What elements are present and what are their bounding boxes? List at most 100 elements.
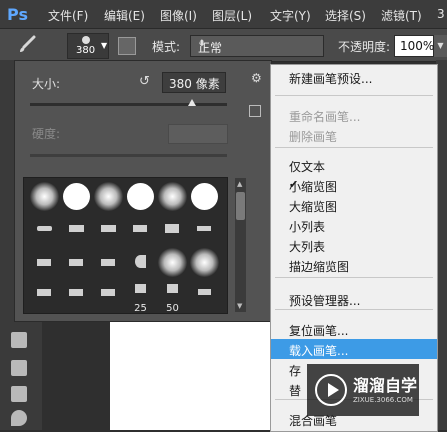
menu-item: 重命名画笔... <box>271 105 437 125</box>
menu-item[interactable]: ✔ 小缩览图 <box>271 175 437 195</box>
brush-tip-shape[interactable] <box>93 214 124 245</box>
scroll-down-icon[interactable]: ▼ <box>237 302 242 310</box>
brush-panel-toggle-icon[interactable] <box>118 37 136 55</box>
brush-tip-size-label: 25 <box>134 303 147 314</box>
gradient-icon[interactable] <box>11 360 27 376</box>
brush-tip-hard-round[interactable] <box>61 181 92 212</box>
menu-separator <box>275 147 433 148</box>
brush-tip-shape[interactable] <box>61 214 92 245</box>
brush-tip-shape[interactable] <box>93 247 124 278</box>
blur-drop-icon[interactable] <box>11 410 27 426</box>
gear-icon[interactable]: ⚙ <box>251 71 263 85</box>
reset-size-icon[interactable]: ↺ <box>139 74 153 89</box>
menu-item[interactable]: 预设管理器... <box>271 289 437 309</box>
menu-layer[interactable]: 图层(L) <box>212 7 252 24</box>
menu-separator <box>275 95 433 96</box>
photoshop-logo: Ps <box>7 5 28 24</box>
brush-tip-shape[interactable] <box>189 280 220 311</box>
brush-tip-fan[interactable] <box>157 214 188 245</box>
brush-tip-bristle[interactable] <box>125 247 156 278</box>
size-label: 大小: <box>32 77 61 91</box>
hardness-input <box>168 124 228 144</box>
watermark-url: ZIXUE.3066.COM <box>353 396 413 404</box>
menu-item-label: 大缩览图 <box>289 200 338 214</box>
menu-bar: Ps 文件(F) 编辑(E) 图像(I) 图层(L) 文字(Y) 选择(S) 滤… <box>0 0 447 28</box>
menu-item-label: 小列表 <box>289 220 326 234</box>
menu-edit[interactable]: 编辑(E) <box>104 7 145 24</box>
menu-item-label: 小缩览图 <box>289 180 338 194</box>
brush-tip-soft-round[interactable] <box>189 247 220 278</box>
hardness-slider <box>30 154 227 157</box>
menu-item-label: 预设管理器... <box>289 294 361 308</box>
brush-tip-soft-round[interactable] <box>29 181 60 212</box>
brush-tip-shape[interactable] <box>29 280 60 311</box>
opacity-label: 不透明度: <box>338 40 391 54</box>
brush-size-readout: 380 <box>76 45 96 56</box>
brush-tip-shape[interactable] <box>93 280 124 311</box>
size-input[interactable]: 380 像素 <box>162 72 226 93</box>
menu-item-label: 重命名画笔... <box>289 110 361 124</box>
opacity-input[interactable]: 100% <box>394 35 434 57</box>
scroll-up-icon[interactable]: ▲ <box>237 180 242 188</box>
menu-3d[interactable]: 3 <box>437 7 445 21</box>
brush-preset-picker[interactable]: 380 ▼ <box>67 33 109 59</box>
menu-item-label: 载入画笔... <box>289 344 349 358</box>
watermark-title: 溜溜自学 <box>353 376 418 395</box>
new-preset-icon[interactable] <box>249 105 261 117</box>
scroll-thumb[interactable] <box>236 192 245 220</box>
brush-tip-icon <box>82 36 90 44</box>
menu-file[interactable]: 文件(F) <box>48 7 88 24</box>
menu-item[interactable]: 仅文本 <box>271 155 437 175</box>
menu-item-label: 大列表 <box>289 240 326 254</box>
size-slider[interactable] <box>30 103 227 106</box>
menu-item-label: 存 <box>289 364 302 378</box>
brush-tip-50[interactable]: 50 <box>157 280 188 314</box>
options-bar: 380 ▼ 模式: 正常 ⬍ 不透明度: 100% ▼ <box>0 28 447 62</box>
brush-tip-soft-round[interactable] <box>93 181 124 212</box>
brush-tip-shape[interactable] <box>189 214 220 245</box>
hardness-label: 硬度: <box>32 127 61 141</box>
brush-tip-size-label: 50 <box>166 303 179 314</box>
brush-tip-shape[interactable] <box>29 214 60 245</box>
brush-tip-hard-round[interactable] <box>189 181 220 212</box>
size-slider-thumb[interactable] <box>187 99 196 106</box>
menu-item-label: 替 <box>289 384 302 398</box>
menu-item-label: 复位画笔... <box>289 324 349 338</box>
menu-item-label: 描边缩览图 <box>289 260 350 274</box>
menu-filter[interactable]: 滤镜(T) <box>381 7 422 24</box>
menu-type[interactable]: 文字(Y) <box>270 7 311 24</box>
brush-tip-shape[interactable] <box>29 247 60 278</box>
gradient-tool-icon[interactable] <box>11 386 27 402</box>
menu-item[interactable]: 新建画笔预设... <box>271 67 437 87</box>
chevron-down-icon: ▼ <box>101 41 108 50</box>
brush-tip-shape[interactable] <box>61 280 92 311</box>
mode-label: 模式: <box>152 40 181 54</box>
brush-tip-shape[interactable] <box>61 247 92 278</box>
brush-icon[interactable] <box>16 35 38 55</box>
eraser-icon[interactable] <box>11 332 27 348</box>
menu-item[interactable]: 载入画笔... <box>271 339 437 359</box>
menu-item[interactable]: 小列表 <box>271 215 437 235</box>
size-value: 380 像素 <box>169 77 220 91</box>
menu-image[interactable]: 图像(I) <box>160 7 197 24</box>
menu-item-label: 仅文本 <box>289 160 326 174</box>
mode-select[interactable]: 正常 ⬍ <box>190 35 324 57</box>
menu-item[interactable]: 大缩览图 <box>271 195 437 215</box>
menu-item[interactable]: 复位画笔... <box>271 319 437 339</box>
opacity-value: 100% <box>400 39 435 53</box>
brush-tip-25[interactable]: 25 <box>125 280 156 314</box>
watermark: 溜溜自学 ZIXUE.3066.COM <box>307 364 419 416</box>
menu-item[interactable]: 大列表 <box>271 235 437 255</box>
brush-tip-hard-round[interactable] <box>125 181 156 212</box>
menu-item-label: 删除画笔 <box>289 130 338 144</box>
menu-item: 删除画笔 <box>271 125 437 145</box>
menu-separator <box>275 277 433 278</box>
brush-tip-soft-round[interactable] <box>157 181 188 212</box>
brush-tip-shape[interactable] <box>125 214 156 245</box>
brush-tip-soft-round[interactable] <box>157 247 188 278</box>
opacity-dropdown-button[interactable]: ▼ <box>434 35 447 57</box>
menu-item[interactable]: 描边缩览图 <box>271 255 437 275</box>
play-logo-icon <box>315 374 347 406</box>
menu-select[interactable]: 选择(S) <box>325 7 366 24</box>
brush-grid-scrollbar[interactable]: ▲ ▼ <box>235 178 246 312</box>
